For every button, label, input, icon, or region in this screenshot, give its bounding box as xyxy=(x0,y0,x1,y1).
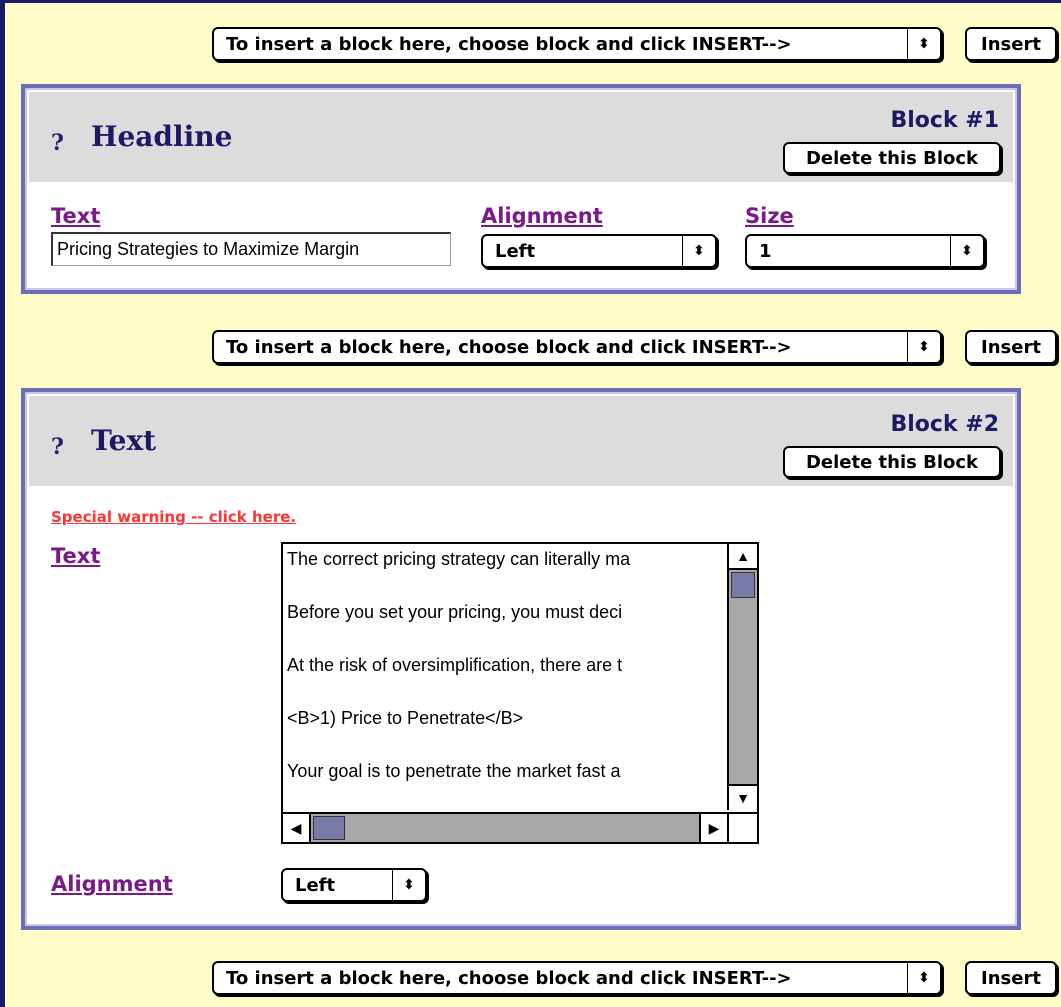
headline-text-input[interactable]: Pricing Strategies to Maximize Margin xyxy=(51,232,451,266)
textarea-line: Your goal is to penetrate the market fas… xyxy=(287,761,621,781)
insert-button-3[interactable]: Insert xyxy=(965,961,1057,995)
alignment-select-value: Left xyxy=(295,874,336,896)
horizontal-scrollbar[interactable]: ◀ ▶ xyxy=(283,812,727,842)
help-icon[interactable]: ? xyxy=(51,434,64,460)
select-arrows-icon: ⬍ xyxy=(392,870,425,900)
vertical-scroll-thumb[interactable] xyxy=(731,572,755,598)
insert-block-select-1[interactable]: To insert a block here, choose block and… xyxy=(212,27,942,61)
special-warning-link[interactable]: Special warning -- click here. xyxy=(51,508,296,526)
block-1-title: Headline xyxy=(91,120,233,153)
textarea-line: <B>1) Price to Penetrate</B> xyxy=(287,708,524,728)
delete-block-2-button[interactable]: Delete this Block xyxy=(783,446,1001,478)
headline-alignment-select[interactable]: Left ⬍ xyxy=(481,234,717,268)
insert-row-1: To insert a block here, choose block and… xyxy=(5,27,1061,63)
size-select-value: 1 xyxy=(759,240,772,262)
select-arrows-icon: ⬍ xyxy=(950,236,983,266)
select-arrows-icon: ⬍ xyxy=(907,332,940,362)
textarea-line: The correct pricing strategy can literal… xyxy=(287,549,631,569)
select-arrows-icon: ⬍ xyxy=(682,236,715,266)
select-arrows-icon: ⬍ xyxy=(907,963,940,993)
insert-row-2: To insert a block here, choose block and… xyxy=(5,330,1061,366)
block-1-text-label[interactable]: Text xyxy=(51,204,100,228)
block-2-text-label[interactable]: Text xyxy=(51,544,100,568)
delete-block-1-button[interactable]: Delete this Block xyxy=(783,142,1001,174)
select-arrows-icon: ⬍ xyxy=(907,29,940,59)
block-1-size-label[interactable]: Size xyxy=(745,204,794,228)
block-1-number: Block #1 xyxy=(890,108,1000,133)
block-1-alignment-label[interactable]: Alignment xyxy=(481,204,603,228)
textarea-content: The correct pricing strategy can literal… xyxy=(287,544,725,810)
insert-block-select-2[interactable]: To insert a block here, choose block and… xyxy=(212,330,942,364)
vertical-scrollbar[interactable]: ▲ ▼ xyxy=(727,544,757,810)
scroll-right-arrow-icon[interactable]: ▶ xyxy=(699,814,727,842)
insert-block-select-3[interactable]: To insert a block here, choose block and… xyxy=(212,961,942,995)
block-2: ? Text Block #2 Delete this Block Specia… xyxy=(21,388,1021,930)
insert-button-2[interactable]: Insert xyxy=(965,330,1057,364)
block-1: ? Headline Block #1 Delete this Block Te… xyxy=(21,84,1021,294)
insert-block-select-value: To insert a block here, choose block and… xyxy=(226,33,792,55)
insert-row-3: To insert a block here, choose block and… xyxy=(5,961,1061,997)
scroll-corner xyxy=(727,812,757,842)
scroll-up-arrow-icon[interactable]: ▲ xyxy=(729,544,757,570)
help-icon[interactable]: ? xyxy=(51,130,64,156)
insert-block-select-value: To insert a block here, choose block and… xyxy=(226,336,792,358)
scroll-down-arrow-icon[interactable]: ▼ xyxy=(729,784,757,810)
body-text-textarea[interactable]: The correct pricing strategy can literal… xyxy=(281,542,759,844)
insert-button-1[interactable]: Insert xyxy=(965,27,1057,61)
horizontal-scroll-thumb[interactable] xyxy=(313,816,345,840)
block-2-title: Text xyxy=(91,424,157,457)
alignment-select-value: Left xyxy=(495,240,536,262)
text-alignment-select[interactable]: Left ⬍ xyxy=(281,868,427,902)
insert-block-select-value: To insert a block here, choose block and… xyxy=(226,967,792,989)
textarea-line: At the risk of oversimplification, there… xyxy=(287,655,623,675)
scroll-left-arrow-icon[interactable]: ◀ xyxy=(283,814,311,842)
headline-size-select[interactable]: 1 ⬍ xyxy=(745,234,985,268)
textarea-line: Before you set your pricing, you must de… xyxy=(287,602,623,622)
block-2-alignment-label[interactable]: Alignment xyxy=(51,872,173,896)
block-2-number: Block #2 xyxy=(890,412,1000,437)
